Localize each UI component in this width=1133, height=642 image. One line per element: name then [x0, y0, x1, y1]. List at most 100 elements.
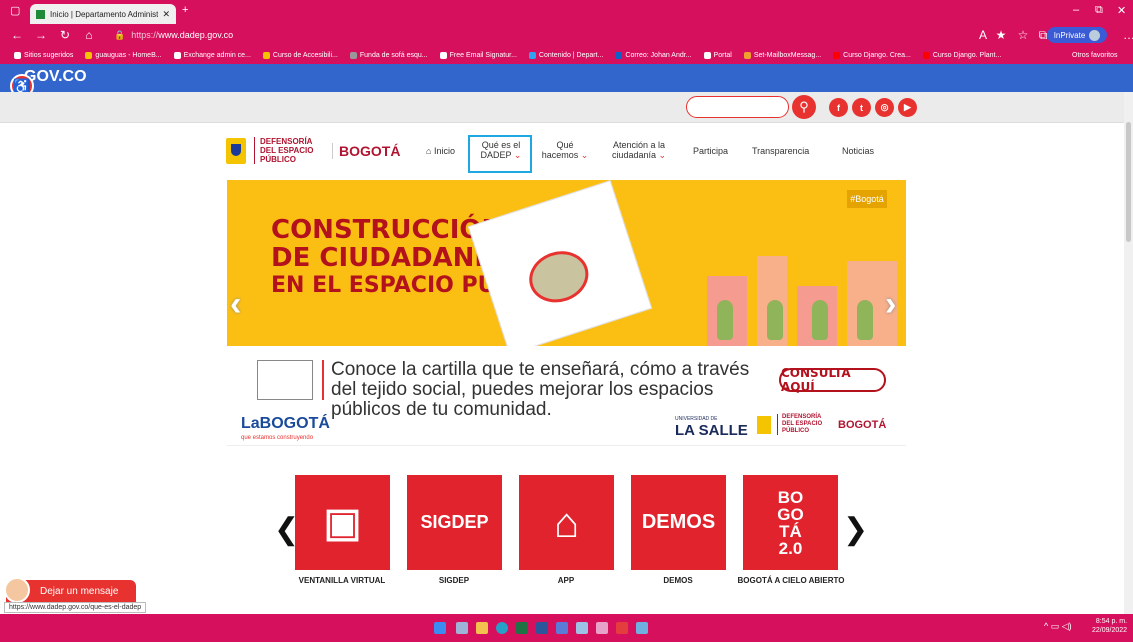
back-icon[interactable]: ← — [10, 28, 24, 42]
url-field[interactable]: 🔒 https:// www.dadep.gov.co — [114, 27, 914, 43]
photos-icon[interactable] — [576, 622, 588, 634]
favorite-item[interactable]: Free Email Signatur... — [439, 51, 517, 59]
scrollbar-thumb[interactable] — [1126, 122, 1131, 242]
favorite-item[interactable]: Set-MailboxMessag... — [743, 51, 821, 59]
nav-participa[interactable]: Participa — [693, 146, 728, 156]
youtube-icon[interactable]: ▶ — [898, 98, 917, 117]
tab-actions-icon[interactable]: ▢ — [10, 4, 20, 17]
restore-icon[interactable]: ⧉ — [1095, 4, 1103, 17]
twitter-icon[interactable]: t — [852, 98, 871, 117]
chat-label: Dejar un mensaje — [40, 585, 119, 597]
nav-atencion[interactable]: Atención a la ciudadanía ⌄ — [608, 140, 670, 160]
favorite-item[interactable]: Contenido | Depart... — [528, 51, 604, 59]
banner-next-arrow[interactable]: › — [885, 285, 896, 324]
search-input[interactable] — [686, 96, 789, 118]
acrobat-icon[interactable] — [616, 622, 628, 634]
forward-icon[interactable]: → — [34, 28, 48, 42]
favorite-label: Funda de sofá esqu... — [359, 51, 428, 59]
favorite-favicon-icon — [703, 51, 711, 59]
tile-label-demos[interactable]: DEMOS — [618, 575, 738, 586]
refresh-icon[interactable]: ↻ — [58, 28, 72, 42]
search-taskbar-icon[interactable] — [456, 622, 468, 634]
search-icon[interactable]: ⚲ — [792, 95, 816, 119]
tile-bogota-cielo-abierto[interactable]: BO GO TÁ 2.0 — [743, 475, 838, 570]
nav-inicio-label: Inicio — [433, 146, 455, 156]
tile-sigdep[interactable]: SIGDEP — [407, 475, 502, 570]
divider — [322, 360, 324, 400]
consulta-aqui-button[interactable]: CONSULTA AQUÍ — [779, 366, 886, 394]
nav-transparencia[interactable]: Transparencia — [752, 146, 809, 156]
facebook-icon[interactable]: f — [829, 98, 848, 117]
home-icon: ⌂ — [426, 146, 432, 156]
excel-icon[interactable] — [516, 622, 528, 634]
new-tab-icon[interactable]: + — [182, 4, 188, 16]
favorite-item[interactable]: Exchange admin ce... — [173, 51, 251, 59]
favorites-icon[interactable]: ☆ — [1016, 28, 1030, 42]
nav-noticias[interactable]: Noticias — [842, 146, 874, 156]
more-menu-icon[interactable]: … — [1122, 28, 1133, 42]
partner-logos: DEFENSORÍA DEL ESPACIO PÚBLICO BOGOTÁ — [757, 414, 886, 435]
favorite-star-icon[interactable]: ★ — [994, 28, 1008, 42]
tab-title: Inicio | Departamento Administr... — [50, 9, 159, 19]
chat-agent-icon[interactable] — [4, 577, 30, 603]
close-window-icon[interactable]: ✕ — [1117, 4, 1126, 17]
browser-tab[interactable]: Inicio | Departamento Administr... ✕ — [30, 4, 176, 24]
tab-favicon-icon — [36, 9, 45, 19]
hero-banner[interactable]: CONSTRUCCIÓN DE CIUDADANÍA EN EL ESPACIO… — [227, 180, 906, 346]
tile-label-ventanilla[interactable]: VENTANILLA VIRTUAL — [282, 575, 402, 586]
tab-close-icon[interactable]: ✕ — [162, 9, 170, 20]
banner-prev-arrow[interactable]: ‹ — [230, 285, 241, 324]
favorite-item[interactable]: Curso Django. Plant... — [922, 51, 1002, 59]
favorite-label: Curso Django. Plant... — [932, 51, 1002, 59]
instagram-icon[interactable]: ◎ — [875, 98, 894, 117]
chevron-down-icon: ⌄ — [513, 150, 522, 160]
monitor-icon: ▣ — [323, 500, 362, 545]
favorite-favicon-icon — [173, 51, 181, 59]
favorite-favicon-icon — [85, 51, 93, 59]
nav-atencion-label: Atención a la ciudadanía — [611, 140, 666, 160]
favorite-item[interactable]: Curso Django. Crea... — [833, 51, 911, 59]
minimize-icon[interactable]: – — [1073, 4, 1079, 16]
home-icon[interactable]: ⌂ — [82, 28, 96, 42]
url-scheme: https:// — [131, 30, 159, 40]
favorite-label: Correo: Johan Andr... — [625, 51, 692, 59]
tile-label-bogota[interactable]: BOGOTÁ A CIELO ABIERTO — [730, 575, 852, 586]
read-aloud-icon[interactable]: A — [976, 28, 990, 42]
chevron-down-icon: ⌄ — [658, 150, 667, 160]
browser-titlebar: ▢ Inicio | Departamento Administr... ✕ +… — [0, 0, 1133, 24]
favorite-item[interactable]: Funda de sofá esqu... — [349, 51, 428, 59]
la-bogota-logo: LaBOGOTÁ que estamos construyendo — [241, 415, 330, 442]
paint-icon[interactable] — [596, 622, 608, 634]
nav-inicio[interactable]: ⌂ Inicio — [426, 146, 455, 156]
security-icon[interactable] — [556, 622, 568, 634]
nav-que-hacemos-label: Qué hacemos — [541, 140, 579, 160]
tile-ventanilla-virtual[interactable]: ▣ — [295, 475, 390, 570]
favorite-item[interactable]: Sitios sugeridos — [14, 51, 73, 59]
other-favorites[interactable]: Otros favoritos — [1072, 52, 1118, 59]
bogota-logo-text: BOGOTÁ — [332, 142, 400, 159]
favorite-item[interactable]: guauguas - HomeB... — [85, 51, 162, 59]
tile-demos[interactable]: DEMOS — [631, 475, 726, 570]
system-tray[interactable]: ^ ▭ ◁) — [1044, 621, 1072, 632]
carousel-next-arrow[interactable]: ❯ — [843, 512, 868, 547]
tile-label-sigdep[interactable]: SIGDEP — [394, 575, 514, 586]
start-icon[interactable] — [434, 622, 446, 634]
nav-que-hacemos[interactable]: Qué hacemos ⌄ — [540, 140, 590, 160]
books-icon — [257, 360, 313, 400]
nav-que-es[interactable]: Qué es el DADEP ⌄ — [478, 140, 524, 160]
clock-date: 22/09/2022 — [1092, 627, 1128, 634]
favorite-item[interactable]: Curso de Accesibili... — [262, 51, 338, 59]
favorite-item[interactable]: Correo: Johan Andr... — [615, 51, 692, 59]
file-explorer-icon[interactable] — [476, 622, 488, 634]
app-icon[interactable] — [636, 622, 648, 634]
favorite-item[interactable]: Portal — [703, 51, 732, 59]
taskbar-clock[interactable]: 8:54 p. m. 22/09/2022 — [1092, 617, 1127, 635]
site-logo[interactable]: DEFENSORÍA DEL ESPACIO PÚBLICO BOGOTÁ — [226, 137, 400, 164]
favorite-label: Portal — [713, 51, 732, 59]
inprivate-badge[interactable]: InPrivate — [1047, 27, 1107, 43]
edge-icon[interactable] — [496, 622, 508, 634]
word-icon[interactable] — [536, 622, 548, 634]
favorite-label: Contenido | Depart... — [538, 51, 604, 59]
tile-label-app[interactable]: APP — [506, 575, 626, 586]
tile-app[interactable]: ⌂ — [519, 475, 614, 570]
